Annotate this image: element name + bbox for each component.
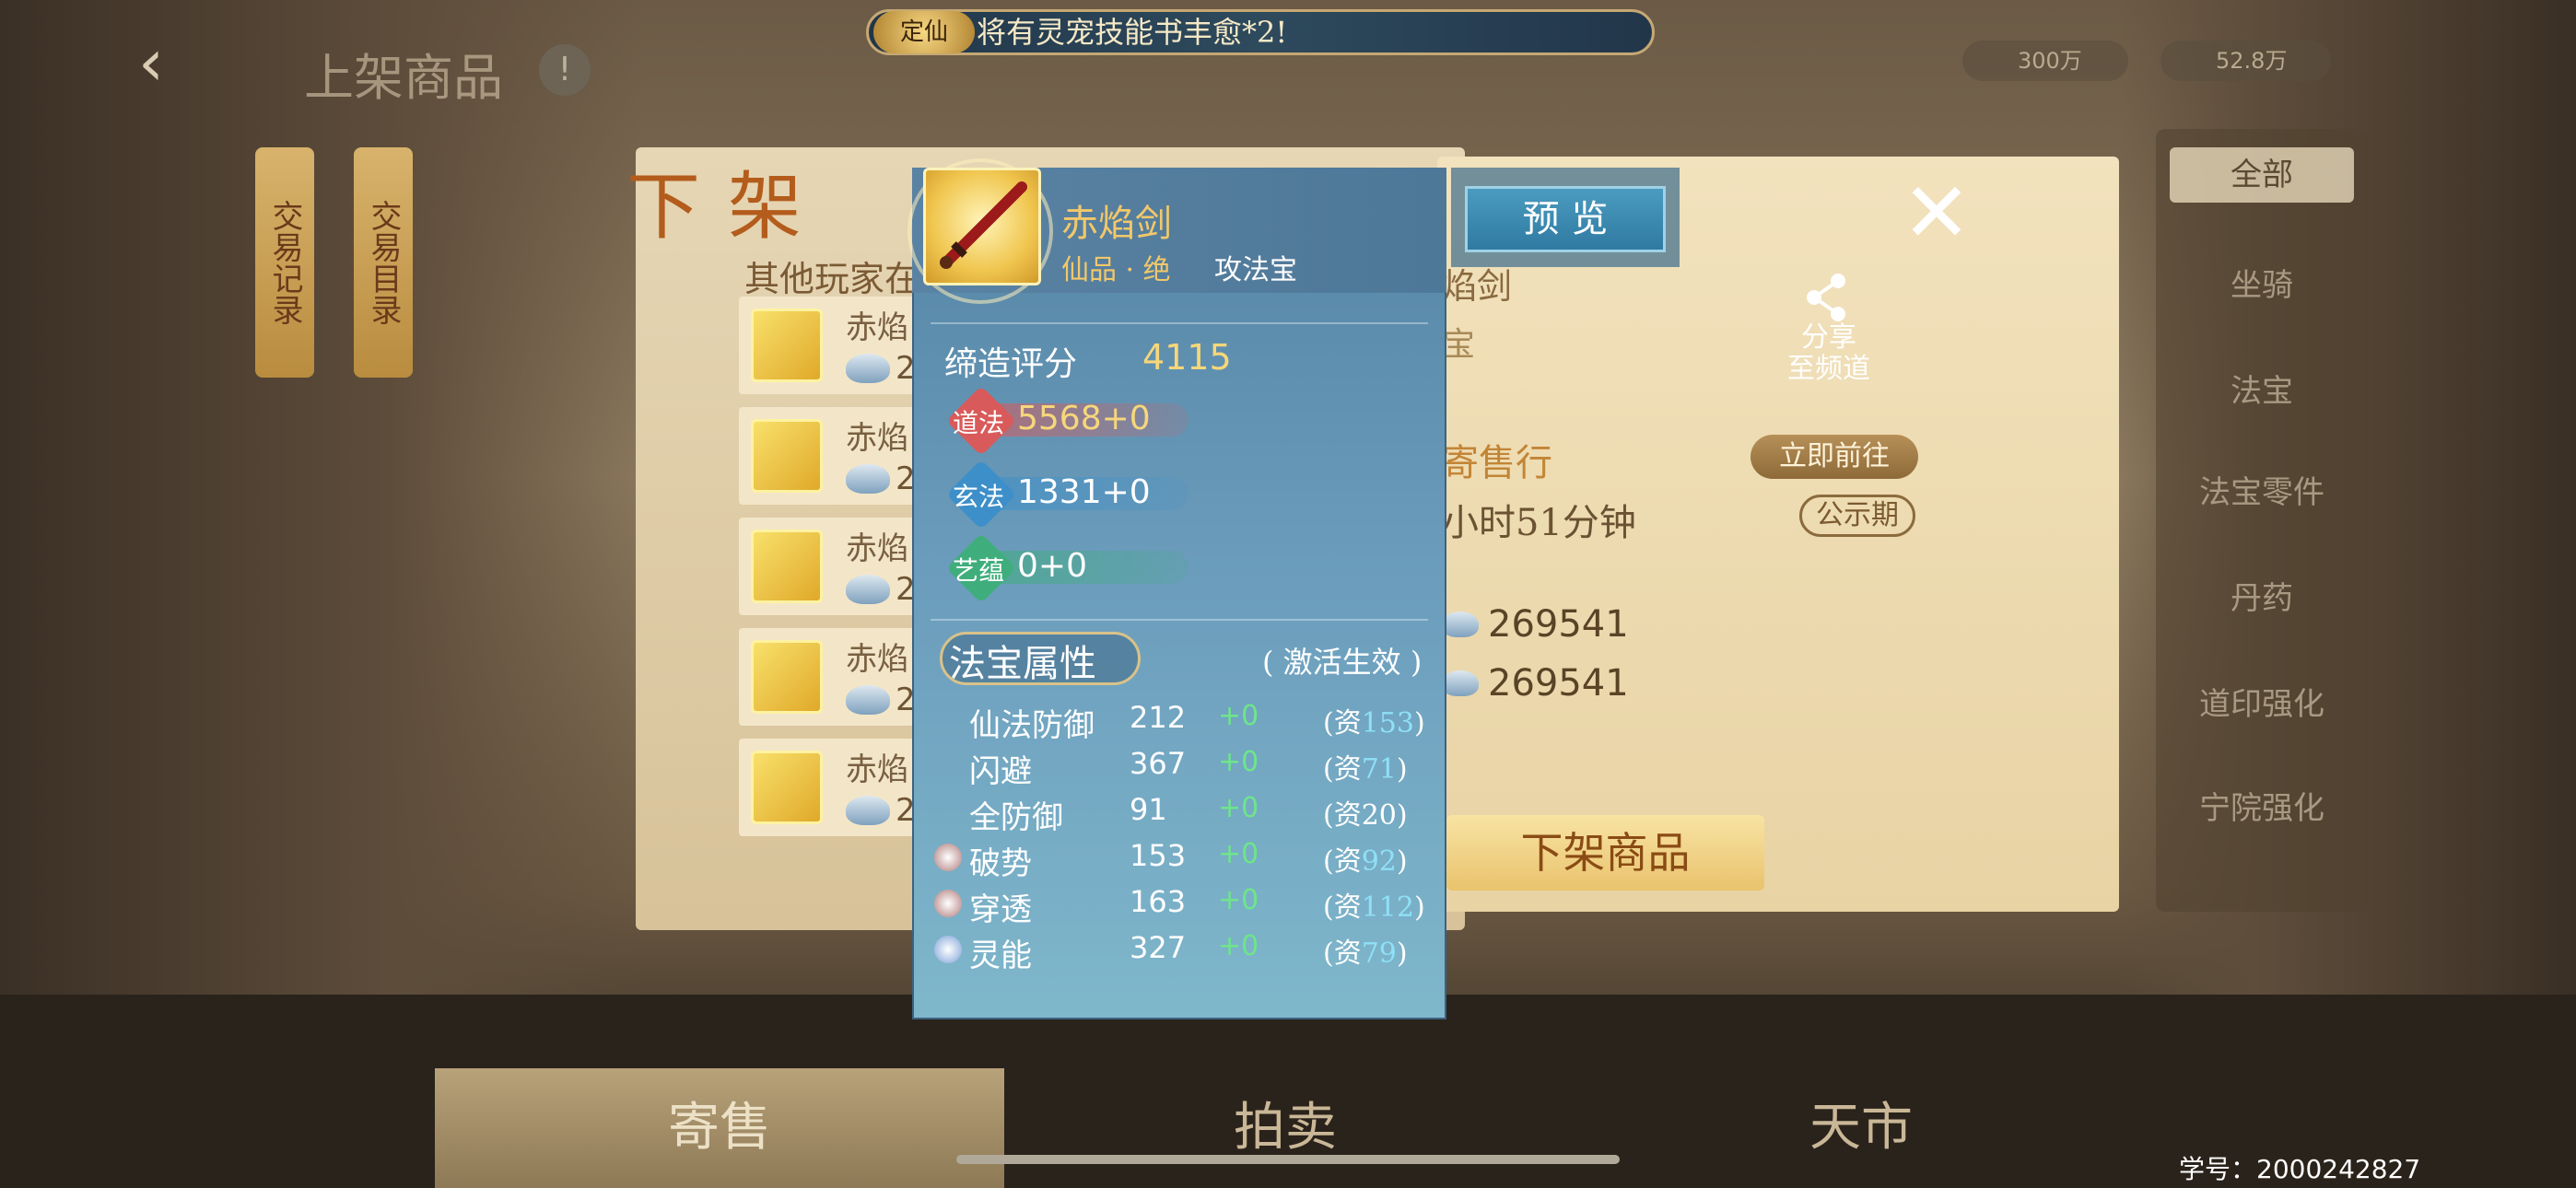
score-value: 4115 — [1142, 337, 1232, 378]
gem-label: 玄法 — [953, 482, 1005, 512]
attr-aptitude: (资92) — [1323, 845, 1408, 878]
attr-value: 212 — [1130, 700, 1187, 735]
sword-icon — [923, 168, 1041, 285]
sword-icon — [751, 640, 823, 714]
sword-icon — [751, 309, 823, 382]
close-button[interactable]: ✕ — [1898, 172, 1975, 255]
list-item-name: 赤焰 — [846, 751, 908, 788]
share-icon[interactable] — [1801, 272, 1853, 323]
silver-icon — [846, 575, 890, 604]
attr-name: 闪避 — [969, 753, 1032, 790]
list-item-name: 赤焰 — [846, 420, 908, 457]
attr-title: 法宝属性 — [949, 643, 1096, 685]
attr-bonus: +0 — [1218, 838, 1259, 870]
notice-text: 将有灵宠技能书丰愈*2! — [977, 15, 1288, 50]
help-icon[interactable]: ! — [539, 44, 591, 96]
stat-value: 0+0 — [1017, 547, 1087, 585]
attr-value: 367 — [1130, 746, 1187, 781]
gem-label: 艺蕴 — [953, 555, 1005, 586]
currency-b: 52.8万 — [2160, 41, 2331, 81]
tooltip-item-type: 攻法宝 — [1214, 254, 1297, 286]
attr-aptitude: (资71) — [1323, 753, 1408, 786]
category-pill[interactable]: 丹药 — [2170, 571, 2354, 626]
sword-icon — [751, 419, 823, 493]
attr-value: 163 — [1130, 884, 1187, 919]
stat-value: 5568+0 — [1017, 400, 1151, 437]
stat-value: 1331+0 — [1017, 473, 1151, 511]
tooltip-item-grade: 仙品 · 绝 — [1061, 254, 1171, 286]
attr-bonus: +0 — [1218, 930, 1259, 962]
score-label: 缔造评分 — [944, 345, 1078, 383]
divider — [931, 619, 1428, 621]
attr-value: 327 — [1130, 930, 1187, 965]
sword-icon — [751, 751, 823, 824]
list-item-name: 赤焰 — [846, 530, 908, 567]
detail-item-type: 宝 — [1442, 326, 1476, 364]
silver-icon — [1442, 670, 1479, 696]
home-indicator[interactable] — [956, 1155, 1620, 1164]
attr-bonus: +0 — [1218, 746, 1259, 778]
preview-button[interactable]: 预 览 — [1465, 186, 1666, 252]
attr-name: 穿透 — [969, 891, 1032, 928]
category-mount[interactable]: 坐骑 — [2170, 258, 2354, 313]
category-treasure[interactable]: 法宝 — [2170, 364, 2354, 419]
tab-consign[interactable]: 寄售 — [435, 1068, 1004, 1188]
other-players-label: 其他玩家在 — [744, 259, 920, 299]
attr-name: 破势 — [969, 845, 1032, 882]
category-seal[interactable]: 道印强化 — [2170, 677, 2354, 732]
tab-market[interactable]: 天市 — [1566, 1068, 2156, 1188]
attr-value: 91 — [1130, 792, 1167, 827]
attr-name: 灵能 — [969, 938, 1032, 974]
category-all[interactable]: 全部 — [2170, 147, 2354, 203]
public-period-badge: 公示期 — [1799, 495, 1915, 537]
share-label[interactable]: 分享 至频道 — [1783, 322, 1875, 385]
currency-a: 300万 — [1962, 41, 2128, 81]
attr-bonus: +0 — [1218, 792, 1259, 824]
category-treasure-parts[interactable]: 法宝零件 — [2170, 465, 2354, 520]
price-1: 269541 — [1488, 603, 1629, 646]
notice-badge: 定仙 — [873, 11, 975, 53]
attr-value: 153 — [1130, 838, 1187, 873]
rune-icon — [934, 844, 962, 871]
silver-icon — [846, 354, 890, 383]
attr-aptitude: (资20) — [1323, 799, 1408, 832]
goto-button[interactable]: 立即前往 — [1751, 435, 1918, 479]
price-2: 269541 — [1488, 662, 1629, 705]
silver-icon — [1442, 611, 1479, 637]
page-title: 上架商品 — [304, 49, 503, 107]
delist-title: 下架 — [626, 164, 829, 250]
attr-bonus: +0 — [1218, 700, 1259, 732]
list-item-name: 赤焰 — [846, 309, 908, 346]
student-id: 学号：2000242827 — [2179, 1154, 2421, 1184]
category-courtyard[interactable]: 宁院强化 — [2170, 781, 2354, 836]
back-button[interactable]: ‹ — [138, 30, 184, 99]
rune-icon — [934, 936, 962, 963]
silver-icon — [846, 464, 890, 494]
silver-icon — [846, 796, 890, 825]
sword-icon — [751, 530, 823, 603]
delist-button[interactable]: 下架商品 — [1446, 815, 1764, 891]
attr-aptitude: (资153) — [1323, 707, 1425, 740]
divider — [931, 322, 1428, 324]
rune-icon — [934, 890, 962, 917]
silver-icon — [846, 685, 890, 715]
attr-name: 仙法防御 — [969, 707, 1095, 744]
attr-bonus: +0 — [1218, 884, 1259, 916]
consign-shop-label: 寄售行 — [1442, 442, 1552, 484]
attr-aptitude: (资79) — [1323, 938, 1408, 970]
attr-aptitude: (资112) — [1323, 891, 1425, 924]
remaining-time: 小时51分钟 — [1442, 502, 1636, 544]
trade-catalog-banner[interactable]: 交易目录 — [354, 147, 413, 378]
attr-hint: ( 激活生效 ) — [1262, 645, 1423, 680]
list-item-name: 赤焰 — [846, 641, 908, 678]
attr-name: 全防御 — [969, 799, 1063, 836]
tooltip-item-name: 赤焰剑 — [1061, 203, 1172, 245]
trade-record-banner[interactable]: 交易记录 — [255, 147, 314, 378]
tab-auction[interactable]: 拍卖 — [1009, 1068, 1562, 1188]
gem-label: 道法 — [953, 408, 1005, 438]
